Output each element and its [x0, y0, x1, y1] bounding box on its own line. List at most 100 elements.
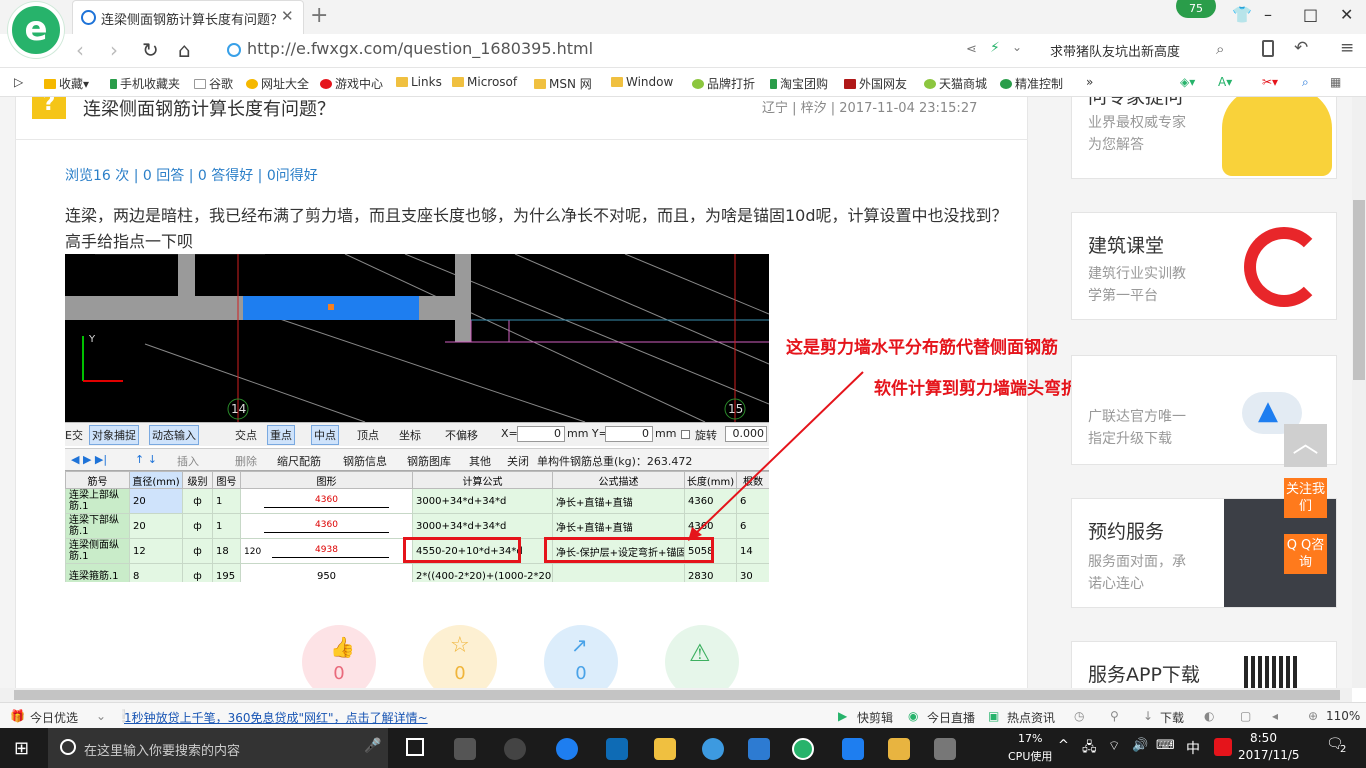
snap-intersection-button[interactable]: 交点	[235, 427, 257, 443]
notification-badge[interactable]: 75	[1176, 0, 1216, 18]
pin-icon[interactable]: ⚲	[1110, 709, 1119, 723]
table-row[interactable]: 连梁箍筋.1 8 ф 195 950 2*((400-2*20)+(1000-2…	[65, 563, 769, 582]
back-icon[interactable]: ‹	[76, 38, 84, 62]
sidebar-card-app[interactable]: 服务APP下载	[1071, 641, 1337, 688]
maximize-button[interactable]: □	[1303, 5, 1318, 24]
snap-object-button[interactable]: 对象捕捉	[89, 425, 139, 445]
follow-us-button[interactable]: 关注我们	[1284, 478, 1327, 518]
nav-first-icon[interactable]: ◀ ▶ ▶|	[71, 453, 107, 466]
chevron-down-icon[interactable]: ⌄	[96, 709, 106, 723]
scissors-icon[interactable]: ✂▾	[1262, 75, 1278, 89]
microphone-icon[interactable]: 🎤	[364, 738, 381, 754]
snap-endpoint-button[interactable]: 重点	[267, 425, 295, 445]
forward-icon[interactable]: ›	[110, 38, 118, 62]
tool-app-icon[interactable]	[934, 738, 956, 760]
table-row[interactable]: 连梁上部纵筋.1 20 ф 1 4360 3000+34*d+34*d 净长+直…	[65, 488, 769, 514]
scale-rebar-button[interactable]: 缩尺配筋	[277, 453, 321, 469]
y-input[interactable]: 0	[605, 426, 653, 442]
fav-item[interactable]: MSN 网	[534, 75, 592, 92]
taskbar-search[interactable]: 在这里输入你要搜索的内容 🎤	[48, 728, 388, 768]
x-input[interactable]: 0	[517, 426, 565, 442]
ie-icon[interactable]	[702, 738, 724, 760]
vertical-scroll-thumb[interactable]	[1353, 200, 1365, 380]
search-icon[interactable]: ⌕	[1216, 40, 1224, 58]
qq-consult-button[interactable]: Q Q咨询	[1284, 534, 1327, 574]
more-favorites-icon[interactable]: »	[1086, 75, 1093, 89]
sogou-ime-icon[interactable]	[1214, 738, 1232, 756]
close-button[interactable]: 关闭	[507, 453, 529, 469]
snap-vertex-button[interactable]: 顶点	[357, 427, 379, 443]
sidebar-card-class[interactable]: 建筑课堂 建筑行业实训教 学第一平台	[1071, 212, 1337, 320]
shirt-icon[interactable]: 👕	[1232, 5, 1252, 24]
cad-tb-item[interactable]: E交	[65, 427, 83, 443]
tray-up-icon[interactable]: ^	[1058, 738, 1069, 753]
explorer-icon[interactable]	[654, 738, 676, 760]
phone-icon[interactable]	[1262, 40, 1274, 57]
fav-item[interactable]: Microsof	[452, 75, 517, 89]
fan-app-icon[interactable]	[454, 738, 476, 760]
search-input[interactable]: 求带猪队友坑出新高度	[1050, 41, 1180, 60]
question-stats[interactable]: 浏览16 次 | 0 回答 | 0 答得好 | 0问得好	[65, 165, 318, 185]
clean-icon[interactable]: ◐	[1204, 709, 1214, 723]
shield-icon[interactable]: ◈▾	[1180, 75, 1195, 89]
coordinate-button[interactable]: 坐标	[399, 427, 421, 443]
fav-item[interactable]: 精准控制	[1000, 75, 1063, 92]
sidebar-toggle-icon[interactable]: ▷	[14, 75, 23, 89]
clock-time[interactable]: 8:50	[1250, 731, 1277, 745]
notes-icon[interactable]	[888, 738, 910, 760]
tab-close-icon[interactable]: ✕	[281, 7, 294, 25]
fav-item[interactable]: 手机收藏夹	[110, 75, 180, 92]
horizontal-scroll-thumb[interactable]	[14, 690, 1340, 700]
360-browser-icon[interactable]	[792, 738, 814, 760]
store-icon[interactable]	[606, 738, 628, 760]
ad-link[interactable]: 1秒钟放贷上千笔，360免息贷成"网红"，点击了解详情~	[124, 709, 428, 726]
hot-news-link[interactable]: 热点资讯	[1007, 709, 1055, 726]
fav-item[interactable]: 天猫商城	[924, 75, 987, 92]
g-app-icon[interactable]	[748, 738, 770, 760]
dynamic-input-button[interactable]: 动态输入	[149, 425, 199, 445]
undo-icon[interactable]: ↶	[1294, 38, 1308, 58]
translate-icon[interactable]: A▾	[1218, 75, 1232, 89]
chevron-down-icon[interactable]: ⌄	[1012, 40, 1022, 54]
fav-item[interactable]: 网址大全	[246, 75, 309, 92]
fav-item[interactable]: 收藏▾	[44, 75, 89, 92]
wifi-icon[interactable]: ⌔	[1108, 738, 1120, 754]
today-picks-label[interactable]: 今日优选	[30, 709, 78, 726]
minimize-button[interactable]: –	[1264, 5, 1272, 24]
task-view-icon[interactable]	[406, 738, 424, 756]
close-window-button[interactable]: ✕	[1340, 5, 1353, 24]
home-icon[interactable]: ⌂	[178, 38, 191, 62]
plus-app-icon[interactable]	[842, 738, 864, 760]
insert-button[interactable]: 插入	[177, 453, 199, 469]
lightning-icon[interactable]: ⚡	[990, 40, 1000, 56]
url-input[interactable]: http://e.fwxgx.com/question_1680395.html	[247, 39, 593, 58]
vertical-scrollbar[interactable]	[1352, 97, 1366, 688]
grid-icon[interactable]: ▦	[1330, 75, 1341, 89]
tab-active[interactable]: 连梁侧面钢筋计算长度有问题？_ ✕	[72, 0, 304, 34]
offset-select[interactable]: 不偏移	[445, 427, 478, 443]
windows-start-icon[interactable]: ⊞	[14, 738, 29, 759]
share-icon[interactable]: ⋖	[966, 42, 977, 57]
ime-language[interactable]: 中	[1186, 738, 1200, 758]
fav-item[interactable]: Window	[611, 75, 673, 89]
new-tab-button[interactable]: +	[310, 3, 328, 28]
clock-date[interactable]: 2017/11/5	[1238, 748, 1300, 762]
fav-item[interactable]: 品牌打折	[692, 75, 755, 92]
speed-icon[interactable]: ◷	[1074, 709, 1084, 723]
sidebar-card-expert[interactable]: 问专家提问 业界最权威专家 为您解答	[1071, 97, 1337, 179]
fav-item[interactable]: 淘宝团购	[770, 75, 828, 92]
app-icon[interactable]	[504, 738, 526, 760]
other-button[interactable]: 其他	[469, 453, 491, 469]
snap-midpoint-button[interactable]: 中点	[311, 425, 339, 445]
fav-item[interactable]: Links	[396, 75, 442, 89]
menu-icon[interactable]: ≡	[1340, 38, 1354, 58]
rebar-info-button[interactable]: 钢筋信息	[343, 453, 387, 469]
delete-button[interactable]: 删除	[235, 453, 257, 469]
back-to-top-button[interactable]: ︿	[1284, 424, 1327, 467]
volume-icon[interactable]: 🔊	[1132, 738, 1148, 753]
browser-logo-icon[interactable]: e	[8, 2, 64, 58]
network-icon[interactable]: 🖧	[1082, 738, 1097, 760]
speaker-icon[interactable]: ◂	[1272, 709, 1278, 723]
table-row[interactable]: 连梁下部纵筋.1 20 ф 1 4360 3000+34*d+34*d 净长+直…	[65, 513, 769, 539]
refresh-icon[interactable]: ↻	[142, 38, 159, 62]
